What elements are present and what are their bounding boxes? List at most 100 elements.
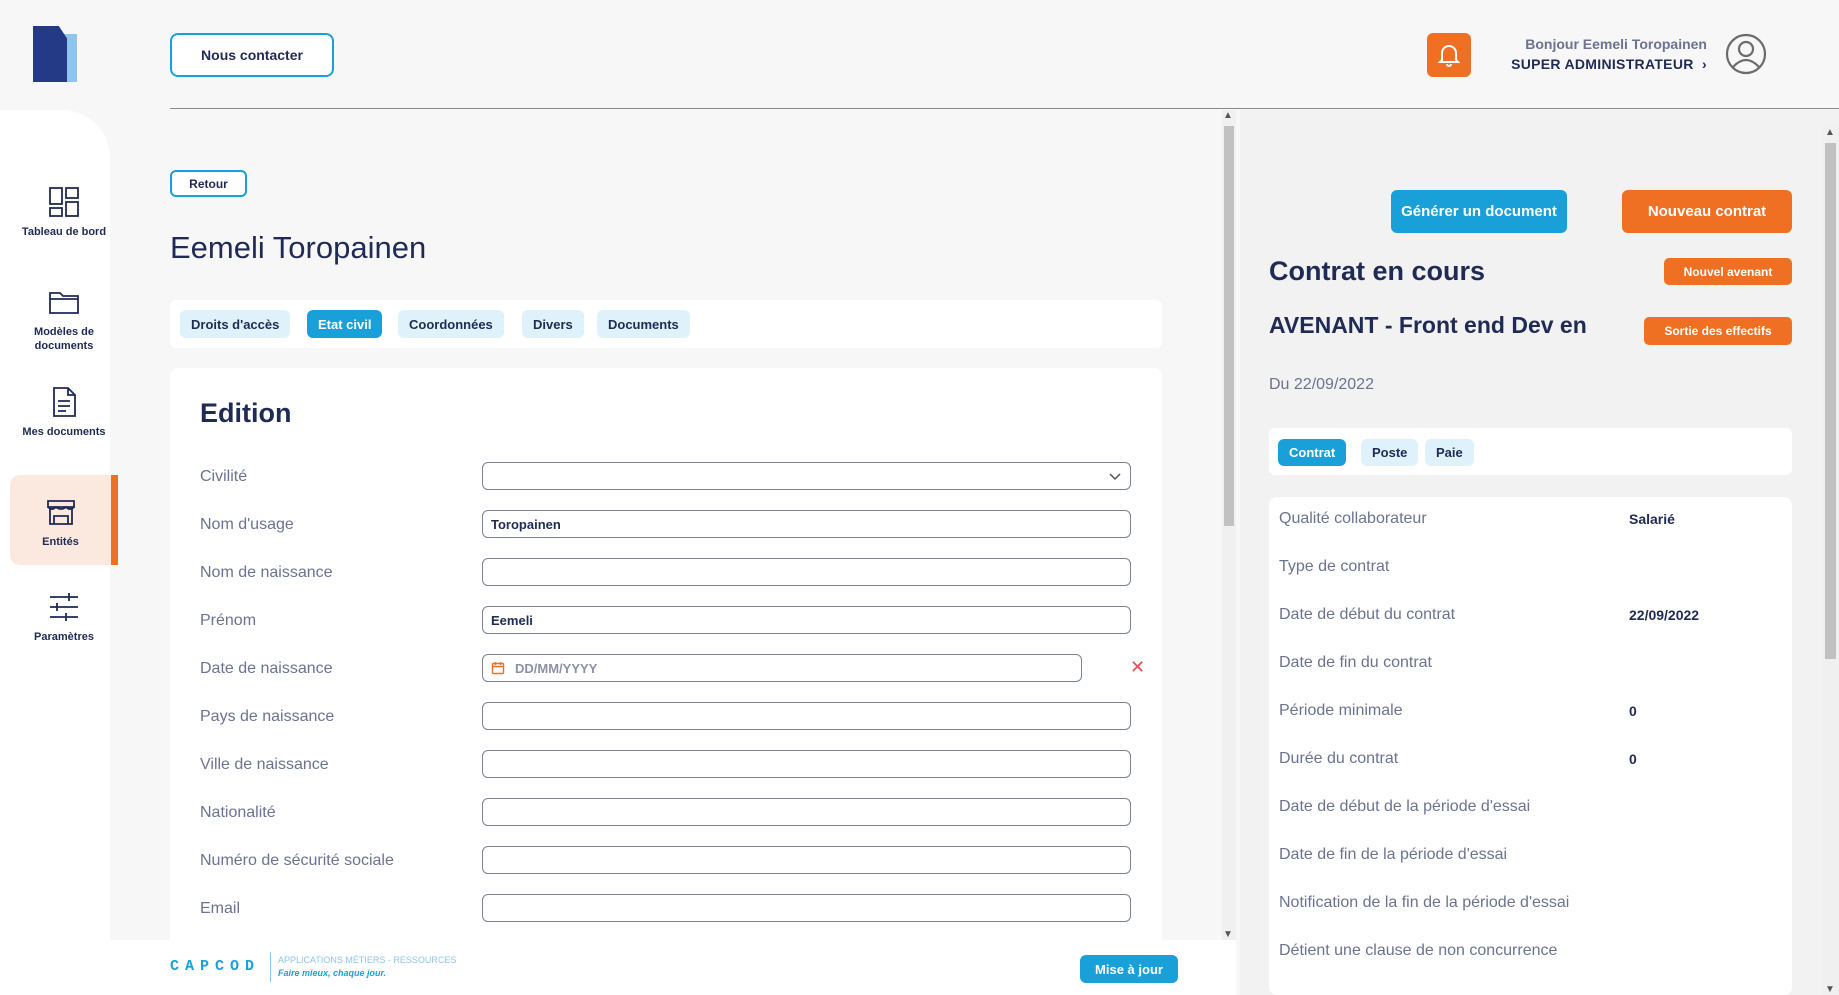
contact-button[interactable]: Nous contacter — [170, 33, 334, 77]
sidebar-item-dashboard[interactable]: Tableau de bord — [10, 185, 118, 275]
generate-document-button[interactable]: Générer un document — [1391, 190, 1567, 233]
store-icon — [46, 500, 75, 525]
birth-name-input[interactable] — [482, 558, 1131, 586]
detail-label: Détient une clause de non concurrence — [1279, 942, 1558, 959]
detail-label: Date de début du contrat — [1279, 606, 1456, 623]
user-role[interactable]: SUPER ADMINISTRATEUR › — [1511, 56, 1707, 72]
scroll-up-icon[interactable]: ▲ — [1223, 110, 1233, 121]
sidebar-item-entities[interactable]: Entités — [10, 475, 118, 565]
detail-value: 0 — [1629, 751, 1637, 767]
field-birth-country: Pays de naissance — [200, 702, 1131, 732]
sidebar-item-label: Modèles de documents — [34, 326, 94, 352]
field-email: Email — [200, 894, 1131, 924]
edition-card: Edition Civilité Nom d'usage Toropainen … — [170, 368, 1162, 995]
nationality-input[interactable] — [482, 798, 1131, 826]
sidebar-item-document-models[interactable]: Modèles de documents — [10, 285, 118, 375]
usage-name-input[interactable]: Toropainen — [482, 510, 1131, 538]
field-label: Prénom — [200, 612, 257, 629]
sidebar-item-settings[interactable]: Paramètres — [10, 590, 118, 680]
clear-date-icon[interactable]: ✕ — [1130, 658, 1145, 676]
section-title: Edition — [200, 398, 292, 428]
field-label: Ville de naissance — [200, 756, 329, 773]
back-button[interactable]: Retour — [170, 170, 247, 197]
profile-tabs: Droits d'accès Etat civil Coordonnées Di… — [170, 300, 1162, 348]
page-title: Eemeli Toropainen — [170, 230, 427, 265]
detail-value: 22/09/2022 — [1629, 607, 1700, 623]
contract-details: Qualité collaborateur Salarié Type de con… — [1269, 497, 1792, 995]
notifications-button[interactable] — [1427, 33, 1471, 77]
new-contract-button[interactable]: Nouveau contrat — [1622, 190, 1792, 233]
detail-value: 0 — [1629, 703, 1637, 719]
field-label: Nom d'usage — [200, 516, 294, 533]
social-security-input[interactable] — [482, 846, 1131, 874]
folder-icon — [49, 292, 79, 314]
update-button[interactable]: Mise à jour — [1080, 955, 1178, 983]
tab-documents[interactable]: Documents — [597, 310, 690, 338]
user-role-label: SUPER ADMINISTRATEUR — [1511, 56, 1694, 72]
tab-position[interactable]: Poste — [1361, 439, 1419, 466]
birth-date-input[interactable]: DD/MM/YYYY — [482, 654, 1082, 682]
tab-pay[interactable]: Paie — [1425, 439, 1474, 466]
capcod-logo: CAPCOD — [170, 958, 261, 975]
scrollbar-thumb[interactable] — [1224, 126, 1234, 526]
header-divider — [170, 108, 1839, 109]
footer-tagline: APPLICATIONS MÉTIERS - RESSOURCES — [278, 955, 457, 965]
center-scrollbar[interactable]: ▲ ▼ — [1222, 110, 1236, 940]
birth-country-input[interactable] — [482, 702, 1131, 730]
footer: CAPCOD APPLICATIONS MÉTIERS - RESSOURCES… — [110, 940, 1236, 995]
sidebar-item-label: Entités — [42, 536, 79, 548]
field-birth-city: Ville de naissance — [200, 750, 1131, 780]
detail-label: Période minimale — [1279, 702, 1403, 719]
detail-row: Date de début de la période d'essai — [1279, 798, 1789, 822]
exit-staff-button[interactable]: Sortie des effectifs — [1644, 317, 1792, 345]
chevron-down-icon — [1109, 473, 1121, 481]
detail-row: Qualité collaborateur Salarié — [1279, 510, 1789, 534]
footer-slogan: Faire mieux, chaque jour. — [278, 968, 387, 978]
tab-misc[interactable]: Divers — [522, 310, 584, 338]
scroll-up-icon[interactable]: ▲ — [1825, 127, 1835, 138]
detail-label: Qualité collaborateur — [1279, 510, 1427, 527]
scroll-down-icon[interactable]: ▼ — [1825, 984, 1835, 995]
tab-contract[interactable]: Contrat — [1278, 439, 1347, 466]
contract-tabs: Contrat Poste Paie — [1269, 428, 1792, 475]
first-name-input[interactable]: Eemeli — [482, 606, 1131, 634]
detail-label: Date de début de la période d'essai — [1279, 798, 1531, 815]
scroll-down-icon[interactable]: ▼ — [1223, 929, 1233, 940]
field-civility: Civilité — [200, 462, 1131, 492]
chevron-right-icon: › — [1702, 56, 1707, 72]
field-nationality: Nationalité — [200, 798, 1131, 828]
sidebar-item-label: Tableau de bord — [21, 226, 107, 238]
field-label: Civilité — [200, 468, 248, 485]
tab-access-rights[interactable]: Droits d'accès — [180, 310, 291, 338]
field-social-security: Numéro de sécurité sociale — [200, 846, 1131, 876]
scrollbar-thumb[interactable] — [1825, 143, 1836, 659]
bell-icon — [1438, 45, 1460, 67]
field-label: Pays de naissance — [200, 708, 335, 725]
detail-row: Date de début du contrat 22/09/2022 — [1279, 606, 1789, 630]
user-avatar-icon[interactable] — [1724, 32, 1768, 76]
tab-contact-details[interactable]: Coordonnées — [398, 310, 504, 338]
app-logo[interactable] — [31, 26, 81, 82]
amendment-title: AVENANT - Front end Dev en — [1269, 312, 1587, 338]
right-scrollbar[interactable]: ▲ ▼ — [1822, 127, 1839, 995]
sliders-icon — [50, 593, 78, 621]
detail-label: Date de fin du contrat — [1279, 654, 1432, 671]
dashboard-icon — [49, 187, 79, 217]
detail-row: Durée du contrat 0 — [1279, 750, 1789, 774]
calendar-icon — [491, 662, 505, 675]
sidebar-item-label: Mes documents — [22, 426, 106, 438]
field-usage-name: Nom d'usage Toropainen — [200, 510, 1131, 540]
birth-city-input[interactable] — [482, 750, 1131, 778]
tab-civil-status[interactable]: Etat civil — [307, 310, 383, 338]
email-input[interactable] — [482, 894, 1131, 922]
sidebar-item-my-documents[interactable]: Mes documents — [10, 385, 118, 475]
new-amendment-button[interactable]: Nouvel avenant — [1664, 258, 1792, 285]
document-icon — [53, 387, 76, 417]
user-greeting[interactable]: Bonjour Eemeli Toropainen SUPER ADMINIST… — [1511, 36, 1707, 72]
detail-row: Période minimale 0 — [1279, 702, 1789, 726]
field-label: Email — [200, 900, 241, 917]
civility-select[interactable] — [482, 462, 1131, 490]
detail-row: Détient une clause de non concurrence — [1279, 942, 1789, 966]
birth-date-placeholder: DD/MM/YYYY — [515, 660, 598, 676]
contract-title: Contrat en cours — [1269, 256, 1486, 286]
